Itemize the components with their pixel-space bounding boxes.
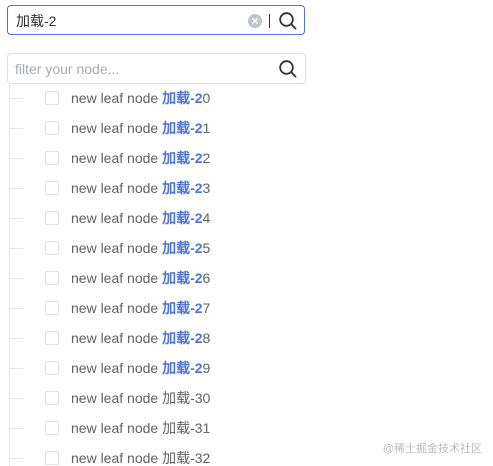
tree-node[interactable]: new leaf node 加载-20	[0, 84, 320, 114]
tree-node[interactable]: new leaf node 加载-32	[0, 444, 320, 466]
node-label-text: new leaf node	[71, 240, 163, 256]
page: 加载-2 new leaf node 加载-20new leaf node 加载…	[0, 0, 493, 466]
search-input[interactable]: 加载-2	[16, 13, 56, 29]
node-label-suffix: 7	[202, 300, 211, 316]
node-label: new leaf node 加载-26	[71, 270, 210, 286]
tree-node[interactable]: new leaf node 加载-31	[0, 414, 320, 444]
node-label-suffix: 1	[202, 120, 211, 136]
circle-close-icon[interactable]	[247, 13, 263, 29]
node-checkbox[interactable]	[45, 331, 59, 345]
node-label: new leaf node 加载-21	[71, 120, 210, 136]
tree-node[interactable]: new leaf node 加载-24	[0, 204, 320, 234]
node-checkbox[interactable]	[45, 391, 59, 405]
tree-branch-line	[9, 458, 23, 459]
tree: new leaf node 加载-20 new leaf node 加载-21 ne…	[0, 84, 493, 466]
node-label: new leaf node 加载-22	[71, 150, 210, 166]
node-label: new leaf node 加载-20	[71, 90, 210, 106]
node-checkbox[interactable]	[45, 361, 59, 375]
filter-box[interactable]	[7, 53, 306, 84]
node-label-text: new leaf node	[71, 300, 163, 316]
tree-node[interactable]: new leaf node 加载-30	[0, 384, 320, 414]
node-label-text: new leaf node 加载-30	[71, 390, 211, 406]
node-label-text: new leaf node 加载-32	[71, 450, 211, 466]
text-cursor	[269, 14, 270, 28]
node-label-suffix: 5	[202, 240, 211, 256]
tree-branch-line	[9, 158, 23, 159]
node-label-match: 加载-2	[162, 270, 203, 286]
node-label: new leaf node 加载-25	[71, 240, 210, 256]
tree-branch-line	[9, 128, 23, 129]
node-label-text: new leaf node	[71, 210, 163, 226]
tree-node[interactable]: new leaf node 加载-26	[0, 264, 320, 294]
node-label: new leaf node 加载-30	[71, 390, 210, 406]
node-label: new leaf node 加载-23	[71, 180, 210, 196]
tree-node[interactable]: new leaf node 加载-21	[0, 114, 320, 144]
node-checkbox[interactable]	[45, 451, 59, 465]
tree-branch-line	[9, 278, 23, 279]
tree-node[interactable]: new leaf node 加载-28	[0, 324, 320, 354]
tree-node[interactable]: new leaf node 加载-22	[0, 144, 320, 174]
node-checkbox[interactable]	[45, 121, 59, 135]
tree-branch-line	[9, 398, 23, 399]
tree-branch-line	[9, 338, 23, 339]
search-box[interactable]: 加载-2	[7, 5, 305, 35]
node-label: new leaf node 加载-29	[71, 360, 210, 376]
node-label-match: 加载-2	[162, 300, 203, 316]
tree-node[interactable]: new leaf node 加载-23	[0, 174, 320, 204]
node-label: new leaf node 加载-31	[71, 420, 210, 436]
node-label-suffix: 3	[202, 180, 211, 196]
node-label-suffix: 8	[202, 330, 211, 346]
node-label: new leaf node 加载-28	[71, 330, 210, 346]
tree-node[interactable]: new leaf node 加载-29	[0, 354, 320, 384]
node-label: new leaf node 加载-24	[71, 210, 210, 226]
watermark: @稀土掘金技术社区	[382, 443, 482, 455]
node-label: new leaf node 加载-32	[71, 450, 210, 466]
node-label-match: 加载-2	[162, 180, 203, 196]
node-label-match: 加载-2	[162, 150, 203, 166]
node-label-text: new leaf node	[71, 360, 163, 376]
tree-branch-line	[9, 428, 23, 429]
node-label-text: new leaf node	[71, 150, 163, 166]
tree-branch-line	[9, 308, 23, 309]
node-checkbox[interactable]	[45, 151, 59, 165]
filter-input[interactable]	[15, 54, 270, 83]
node-label-suffix: 0	[202, 90, 211, 106]
node-checkbox[interactable]	[45, 271, 59, 285]
node-checkbox[interactable]	[45, 421, 59, 435]
tree-node[interactable]: new leaf node 加载-27	[0, 294, 320, 324]
node-label-text: new leaf node	[71, 90, 163, 106]
node-label-match: 加载-2	[162, 360, 203, 376]
node-label-suffix: 2	[202, 150, 211, 166]
node-label-text: new leaf node	[71, 270, 163, 286]
tree-branch-line	[9, 218, 23, 219]
tree-branch-line	[9, 368, 23, 369]
node-label-text: new leaf node	[71, 180, 163, 196]
search-icon[interactable]	[278, 59, 298, 79]
node-label-text: new leaf node	[71, 120, 163, 136]
node-label-suffix: 4	[202, 210, 211, 226]
node-checkbox[interactable]	[45, 301, 59, 315]
node-label-suffix: 6	[202, 270, 211, 286]
node-label-match: 加载-2	[162, 210, 203, 226]
node-checkbox[interactable]	[45, 211, 59, 225]
node-checkbox[interactable]	[45, 181, 59, 195]
node-label: new leaf node 加载-27	[71, 300, 210, 316]
node-label-suffix: 9	[202, 360, 211, 376]
node-label-text: new leaf node 加载-31	[71, 420, 211, 436]
node-label-match: 加载-2	[162, 90, 203, 106]
search-icon[interactable]	[278, 11, 298, 31]
tree-branch-line	[9, 188, 23, 189]
node-label-match: 加载-2	[162, 120, 203, 136]
tree-branch-line	[9, 98, 23, 99]
tree-node[interactable]: new leaf node 加载-25	[0, 234, 320, 264]
node-checkbox[interactable]	[45, 241, 59, 255]
node-label-match: 加载-2	[162, 330, 203, 346]
tree-branch-line	[9, 248, 23, 249]
node-label-match: 加载-2	[162, 240, 203, 256]
node-checkbox[interactable]	[45, 91, 59, 105]
node-label-text: new leaf node	[71, 330, 163, 346]
